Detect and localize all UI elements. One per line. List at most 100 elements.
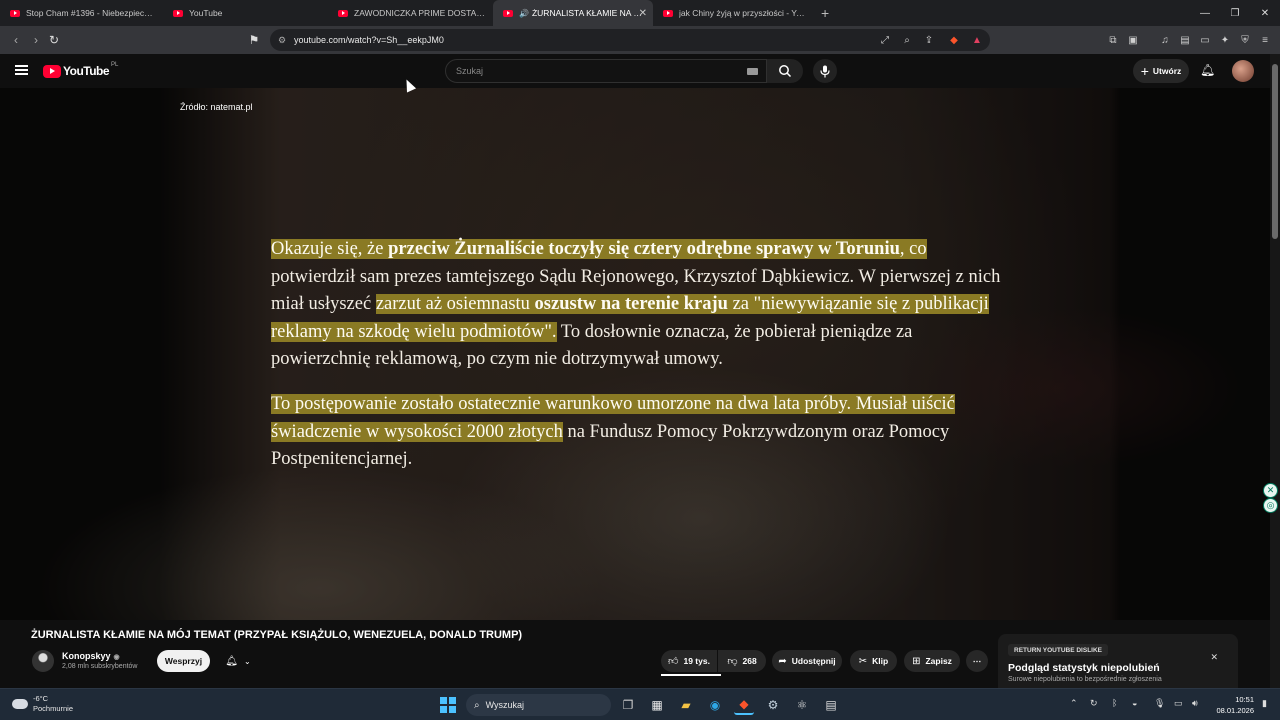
scrollbar-thumb[interactable] bbox=[1272, 64, 1278, 239]
taskbar-clock[interactable]: 10:51 08.01.2026 bbox=[1212, 694, 1254, 716]
bell-icon: 🔔︎ bbox=[225, 655, 238, 667]
tray-display-icon[interactable]: ▭ bbox=[1174, 698, 1183, 709]
quote-paragraph-2: To postępowanie zostało ostatecznie waru… bbox=[271, 391, 991, 474]
brave-rewards-icon[interactable]: ▲ bbox=[970, 33, 984, 47]
vpn-icon[interactable]: ⛨ bbox=[1238, 33, 1252, 47]
url-text: youtube.com/watch?v=Sh__eekpJM0 bbox=[294, 35, 444, 45]
obs-icon[interactable]: ▤ bbox=[821, 695, 841, 715]
like-button[interactable]: 👍︎ 19 tys. bbox=[661, 650, 717, 672]
subscriber-count: 2,08 mln subskrybentów bbox=[62, 663, 138, 670]
logo-text: YouTube bbox=[63, 64, 110, 78]
search-input[interactable]: Szukaj bbox=[445, 59, 767, 83]
account-avatar[interactable] bbox=[1232, 60, 1254, 82]
grammarly-close-icon[interactable]: ✕ bbox=[1263, 483, 1278, 498]
brave-shield-icon[interactable]: ◆ bbox=[947, 33, 961, 47]
windows-start-icon[interactable] bbox=[440, 697, 456, 713]
tab-jak-chiny[interactable]: jak Chiny żyją w przyszłości - YouTub bbox=[653, 0, 813, 26]
channel-avatar[interactable] bbox=[32, 650, 54, 672]
cloud-icon bbox=[12, 699, 28, 709]
highlighted-text-segment: , co bbox=[899, 239, 927, 259]
channel-name-row[interactable]: Konopskyy ◉ bbox=[62, 651, 120, 661]
sidebar-icon[interactable]: ▤ bbox=[1178, 33, 1192, 47]
leo-ai-icon[interactable]: ✦ bbox=[1218, 33, 1232, 47]
screenshot-icon[interactable]: ▣ bbox=[1126, 33, 1140, 47]
bookmark-icon[interactable]: ⚑ bbox=[246, 32, 262, 48]
tray-bluetooth-icon[interactable]: ᛒ bbox=[1112, 698, 1117, 708]
maximize-button[interactable]: ❐ bbox=[1220, 0, 1250, 26]
grammarly-widget-icon[interactable]: ◎ bbox=[1263, 498, 1278, 513]
extensions-icon[interactable]: ⧉ bbox=[1106, 33, 1120, 47]
search-icon bbox=[779, 65, 792, 78]
keyboard-icon[interactable] bbox=[747, 68, 758, 75]
youtube-logo[interactable]: YouTube PL bbox=[43, 62, 119, 78]
guide-menu-icon[interactable] bbox=[15, 65, 28, 75]
save-button[interactable]: ⊞ Zapisz bbox=[904, 650, 960, 672]
taskbar-search-label: Wyszukaj bbox=[485, 700, 525, 710]
like-count: 19 tys. bbox=[683, 656, 710, 666]
country-code: PL bbox=[111, 62, 119, 68]
brave-browser-icon[interactable]: ◆ bbox=[734, 695, 754, 715]
create-label: Utwórz bbox=[1152, 66, 1182, 76]
search-placeholder: Szukaj bbox=[456, 66, 484, 76]
tab-stop-cham[interactable]: Stop Cham #1396 - Niebezpieczne i bbox=[0, 0, 163, 26]
tray-mic-icon[interactable]: 🎙︎ bbox=[1154, 698, 1165, 709]
forward-button[interactable]: › bbox=[28, 32, 44, 48]
channel-name[interactable]: Konopskyy bbox=[62, 651, 111, 661]
reload-button[interactable]: ↻ bbox=[46, 32, 62, 48]
clip-button[interactable]: ✂ Klip bbox=[850, 650, 897, 672]
subscription-notifications-button[interactable]: 🔔︎ ⌄ bbox=[218, 650, 258, 672]
weather-widget[interactable]: -6°C Pochmurnie bbox=[12, 694, 73, 714]
create-button[interactable]: + Utwórz bbox=[1133, 59, 1189, 83]
app-icon[interactable]: ⚛ bbox=[792, 695, 812, 715]
ryd-badge: RETURN YOUTUBE DISLIKE bbox=[1008, 644, 1108, 656]
tab-youtube[interactable]: YouTube bbox=[163, 0, 328, 26]
site-info-icon[interactable]: ⚙ bbox=[278, 35, 286, 46]
menu-icon[interactable]: ≡ bbox=[1258, 33, 1272, 47]
tray-app-icon[interactable]: ◒ bbox=[1132, 698, 1137, 708]
close-window-button[interactable]: ✕ bbox=[1250, 0, 1280, 26]
minimize-button[interactable]: — bbox=[1190, 0, 1220, 26]
media-icon[interactable]: ♫ bbox=[1158, 33, 1172, 47]
search-button[interactable] bbox=[767, 59, 803, 83]
new-tab-button[interactable]: + bbox=[821, 5, 829, 21]
notifications-icon[interactable]: ▮ bbox=[1262, 698, 1267, 709]
search-icon: ⌕ bbox=[474, 699, 480, 711]
youtube-favicon-icon bbox=[173, 9, 183, 17]
video-player[interactable]: Źródło: natemat.pl Okazuje się, że przec… bbox=[0, 88, 1270, 620]
tab-zurnalista-active[interactable]: 🔊 ŻURNALISTA KŁAMIE NA MÓ ✕ bbox=[493, 0, 653, 26]
tab-title: jak Chiny żyją w przyszłości - YouTub bbox=[679, 8, 805, 18]
page-scrollbar[interactable] bbox=[1270, 54, 1280, 688]
file-explorer-icon[interactable]: ▰ bbox=[676, 695, 696, 715]
tray-volume-icon[interactable]: 🔊︎ bbox=[1192, 698, 1198, 709]
zoom-icon[interactable]: ⌕ bbox=[900, 33, 914, 47]
notifications-bell-icon[interactable]: 🔔︎ bbox=[1200, 63, 1215, 77]
dislike-button[interactable]: 👎︎ 268 bbox=[718, 650, 766, 672]
tab-zawodniczka[interactable]: ZAWODNICZKA PRIME DOSTAŁA OD bbox=[328, 0, 493, 26]
share-button[interactable]: ➦ Udostępnij bbox=[772, 650, 842, 672]
wallet-icon[interactable]: ▭ bbox=[1198, 33, 1212, 47]
share-icon[interactable]: ⇪ bbox=[922, 33, 936, 47]
steam-icon[interactable]: ⚙ bbox=[763, 695, 783, 715]
video-title: ŻURNALISTA KŁAMIE NA MÓJ TEMAT (PRZYPAŁ … bbox=[31, 629, 523, 641]
open-in-icon[interactable]: ⤢ bbox=[878, 33, 892, 47]
clip-label: Klip bbox=[872, 656, 889, 666]
back-button[interactable]: ‹ bbox=[8, 32, 24, 48]
tray-overflow-icon[interactable]: ⌃ bbox=[1070, 698, 1078, 709]
more-actions-button[interactable]: ⋯ bbox=[966, 650, 988, 672]
audio-playing-icon: 🔊 bbox=[519, 8, 529, 18]
close-popup-icon[interactable]: ✕ bbox=[1210, 652, 1218, 663]
weather-condition: Pochmurnie bbox=[33, 704, 74, 713]
tab-title: ŻURNALISTA KŁAMIE NA MÓ bbox=[531, 8, 644, 18]
support-button[interactable]: Wesprzyj bbox=[157, 650, 210, 672]
video-info-section: ŻURNALISTA KŁAMIE NA MÓJ TEMAT (PRZYPAŁ … bbox=[0, 620, 1270, 688]
tray-sync-icon[interactable]: ↻ bbox=[1090, 698, 1098, 709]
voice-search-button[interactable] bbox=[813, 59, 837, 83]
close-tab-icon[interactable]: ✕ bbox=[639, 8, 647, 19]
youtube-favicon-icon bbox=[338, 9, 348, 17]
scissors-icon: ✂ bbox=[858, 655, 868, 667]
edge-icon[interactable]: ◉ bbox=[705, 695, 725, 715]
store-icon[interactable]: ▦ bbox=[647, 695, 667, 715]
taskbar-search[interactable]: ⌕ Wyszukaj bbox=[466, 694, 611, 716]
task-view-icon[interactable]: ❐ bbox=[618, 695, 638, 715]
youtube-play-icon bbox=[43, 64, 61, 78]
